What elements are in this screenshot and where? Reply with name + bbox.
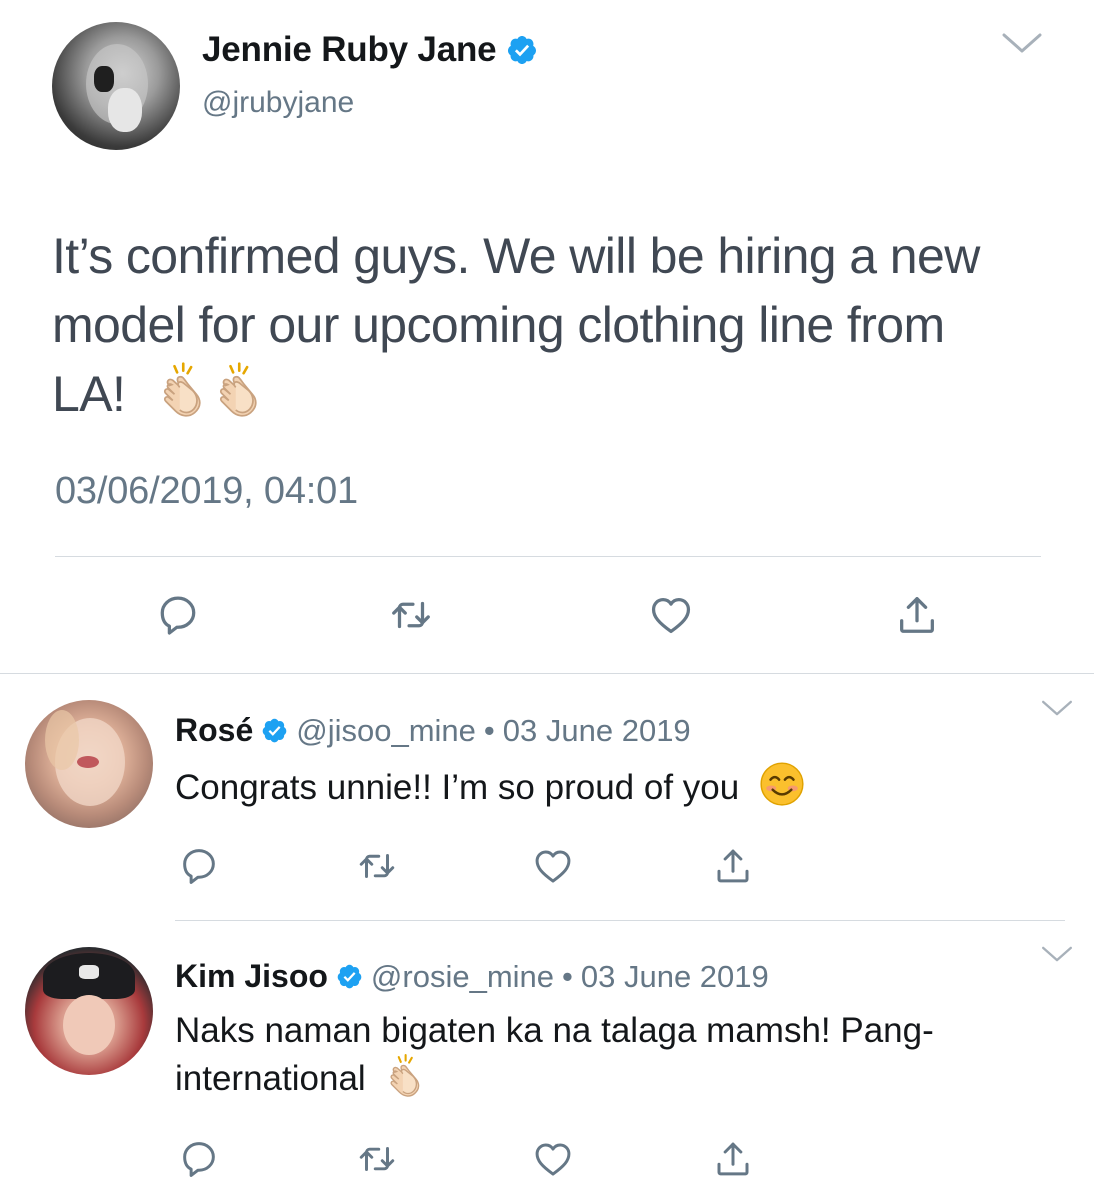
main-display-name[interactable]: Jennie Ruby Jane	[202, 30, 497, 70]
reply-date[interactable]: 03 June 2019	[503, 713, 691, 749]
like-icon[interactable]	[648, 592, 694, 638]
like-icon[interactable]	[532, 845, 574, 887]
like-icon[interactable]	[532, 1138, 574, 1180]
reply-handle[interactable]: @jisoo_mine	[296, 713, 476, 749]
avatar-jennie[interactable]	[52, 22, 180, 150]
clapping-hands-icon	[157, 361, 213, 435]
reply-handle[interactable]: @rosie_mine	[371, 959, 554, 995]
divider	[175, 920, 1065, 921]
reply-text: Naks naman bigaten ka na talaga mamsh! P…	[175, 1008, 1045, 1108]
verified-badge-icon	[336, 963, 363, 990]
separator-dot: •	[483, 712, 495, 748]
verified-badge-icon	[506, 34, 538, 66]
retweet-icon[interactable]	[388, 592, 434, 638]
main-handle[interactable]: @jrubyjane	[202, 86, 354, 120]
clapping-hands-icon	[385, 1053, 429, 1108]
chevron-down-icon[interactable]	[1040, 698, 1074, 718]
share-icon[interactable]	[894, 592, 940, 638]
main-author[interactable]: Jennie Ruby Jane	[202, 30, 538, 70]
reply-display-name[interactable]: Kim Jisoo	[175, 958, 328, 995]
smiling-face-icon	[759, 761, 805, 818]
share-icon[interactable]	[712, 845, 754, 887]
retweet-icon[interactable]	[356, 845, 398, 887]
reply-icon[interactable]	[155, 592, 201, 638]
verified-badge-icon	[261, 717, 288, 744]
divider	[55, 556, 1041, 557]
main-tweet-text: It’s confirmed guys. We will be hiring a…	[52, 222, 1012, 435]
divider	[0, 673, 1094, 674]
clapping-hands-icon	[213, 361, 269, 435]
reply-text-content: Naks naman bigaten ka na talaga mamsh! P…	[175, 1011, 934, 1098]
reply-icon[interactable]	[178, 1138, 220, 1180]
separator-dot: •	[562, 958, 573, 994]
main-timestamp[interactable]: 03/06/2019, 04:01	[55, 470, 358, 513]
chevron-down-icon[interactable]	[1040, 944, 1074, 964]
reply-display-name[interactable]: Rosé	[175, 712, 253, 749]
reply-date[interactable]: 03 June 2019	[581, 959, 769, 995]
reply-icon[interactable]	[178, 845, 220, 887]
avatar-kim-jisoo[interactable]	[25, 947, 153, 1075]
reply-text: Congrats unnie!! I’m so proud of you	[175, 761, 1055, 818]
retweet-icon[interactable]	[356, 1138, 398, 1180]
reply-text-content: Congrats unnie!! I’m so proud of you	[175, 767, 740, 807]
chevron-down-icon[interactable]	[1000, 30, 1044, 56]
reply-header: Rosé @jisoo_mine • 03 June 2019	[175, 712, 691, 749]
avatar-rose[interactable]	[25, 700, 153, 828]
share-icon[interactable]	[712, 1138, 754, 1180]
reply-header: Kim Jisoo @rosie_mine • 03 June 2019	[175, 958, 769, 995]
